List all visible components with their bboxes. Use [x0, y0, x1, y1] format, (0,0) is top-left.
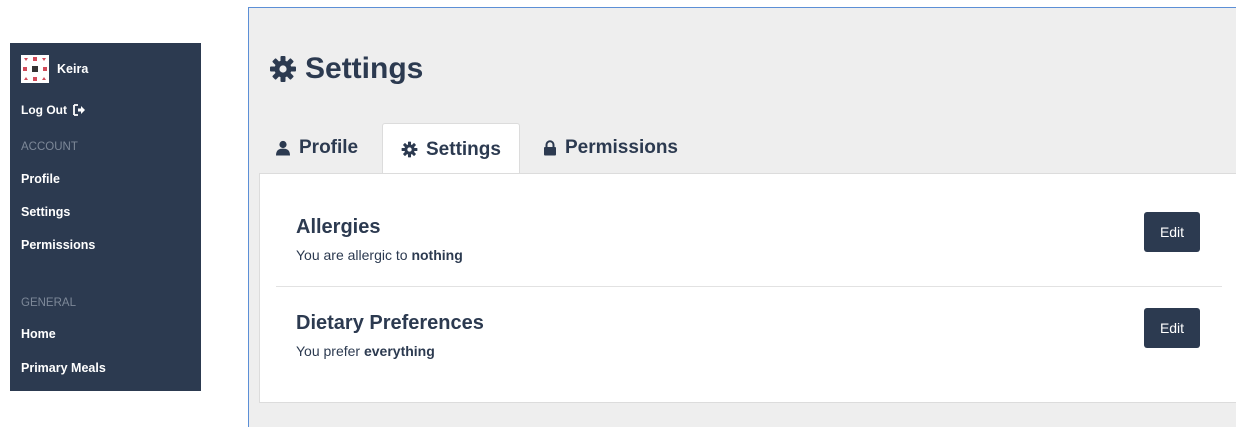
tab-profile-label: Profile — [299, 137, 359, 158]
tab-permissions[interactable]: Permissions — [531, 123, 701, 173]
allergies-text-prefix: You are allergic to — [296, 247, 408, 263]
gear-icon — [401, 141, 418, 158]
user-info: Keira — [21, 55, 88, 83]
sidebar-item-home[interactable]: Home — [21, 327, 56, 341]
tab-permissions-label: Permissions — [565, 137, 678, 158]
sidebar-item-primary-meals[interactable]: Primary Meals — [21, 361, 106, 375]
dietary-title: Dietary Preferences — [296, 312, 484, 334]
page-title-text: Settings — [305, 52, 424, 85]
logout-label: Log Out — [21, 103, 67, 117]
allergies-value: nothing — [411, 247, 463, 263]
user-icon — [276, 140, 290, 156]
lock-icon — [544, 140, 556, 156]
tab-settings[interactable]: Settings — [382, 123, 520, 175]
edit-dietary-button[interactable]: Edit — [1144, 308, 1200, 348]
dietary-text-prefix: You prefer — [296, 343, 361, 359]
edit-allergies-button[interactable]: Edit — [1144, 212, 1200, 252]
allergies-section: Allergies You are allergic to nothing — [296, 216, 463, 263]
dietary-section: Dietary Preferences You prefer everythin… — [296, 312, 484, 359]
allergies-description: You are allergic to nothing — [296, 247, 463, 263]
dietary-value: everything — [363, 343, 435, 359]
allergies-title: Allergies — [296, 216, 381, 238]
sidebar-item-permissions[interactable]: Permissions — [21, 238, 95, 252]
gear-icon — [269, 55, 297, 83]
tab-settings-label: Settings — [426, 138, 501, 160]
main-panel: Settings Profile Settings Permissions Al… — [248, 7, 1236, 427]
dietary-description: You prefer everything — [296, 343, 484, 359]
divider — [276, 286, 1222, 287]
account-section-label: ACCOUNT — [21, 141, 78, 153]
logout-link[interactable]: Log Out — [21, 103, 85, 117]
page-title: Settings — [269, 52, 423, 86]
sidebar-item-profile[interactable]: Profile — [21, 172, 60, 186]
sidebar-item-settings[interactable]: Settings — [21, 205, 70, 219]
general-section-label: GENERAL — [21, 297, 76, 309]
sidebar: Keira Log Out ACCOUNT Profile Settings P… — [10, 43, 201, 391]
sign-out-icon — [73, 104, 85, 116]
tab-profile[interactable]: Profile — [267, 123, 381, 173]
user-name: Keira — [57, 62, 89, 76]
avatar — [21, 55, 49, 83]
settings-card: Allergies You are allergic to nothing Ed… — [259, 173, 1236, 403]
